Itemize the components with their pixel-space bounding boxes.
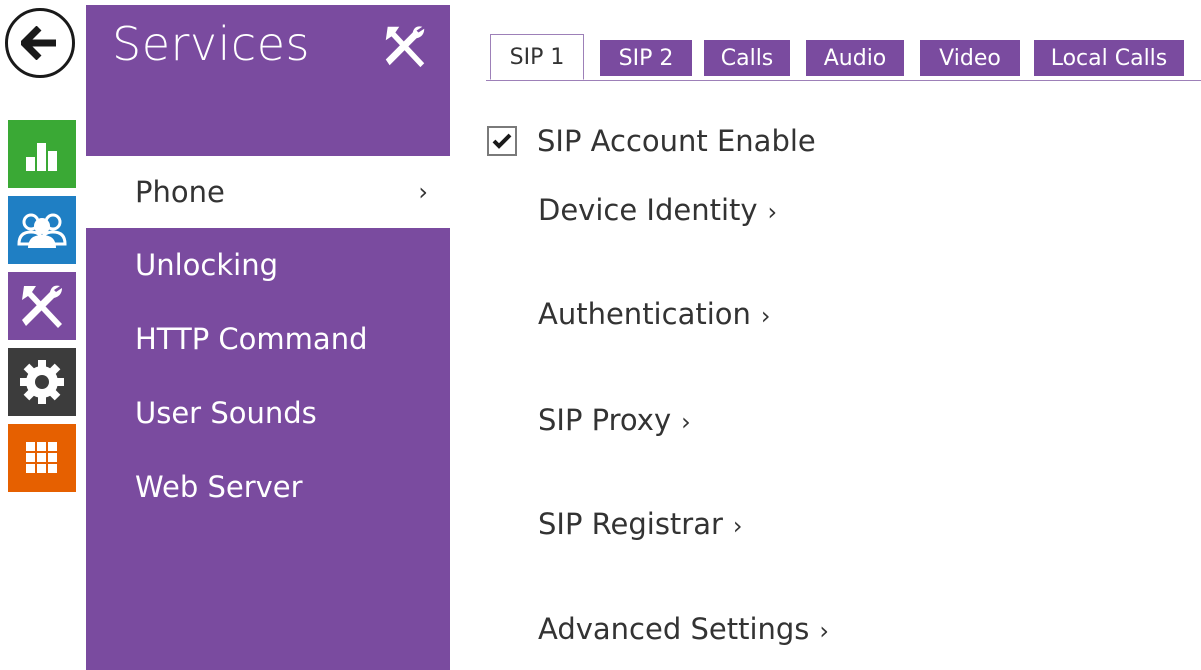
section-label: SIP Proxy	[538, 403, 672, 437]
directory-tile[interactable]	[8, 196, 76, 264]
tab-sip-2[interactable]: SIP 2	[600, 40, 692, 76]
arrow-left-icon	[21, 26, 56, 60]
grid-icon	[26, 442, 57, 473]
section-label: SIP Registrar	[538, 507, 723, 541]
section-sip-proxy[interactable]: SIP Proxy ›	[538, 403, 691, 437]
menu-item-label: Web Server	[135, 470, 303, 504]
chevron-right-icon: ›	[681, 408, 691, 436]
section-label: Advanced Settings	[538, 612, 810, 646]
tab-sip-1[interactable]: SIP 1	[490, 34, 584, 80]
tab-audio[interactable]: Audio	[806, 40, 904, 76]
chevron-right-icon: ›	[418, 178, 428, 206]
section-authentication[interactable]: Authentication ›	[538, 297, 771, 331]
section-advanced-settings[interactable]: Advanced Settings ›	[538, 612, 829, 646]
tab-bar: SIP 1 SIP 2 Calls Audio Video Local Call…	[486, 34, 1201, 81]
menu-item-phone[interactable]: Phone ›	[86, 156, 450, 228]
tools-icon	[22, 285, 62, 328]
chevron-right-icon: ›	[732, 512, 743, 540]
section-device-identity[interactable]: Device Identity ›	[538, 193, 777, 227]
menu-item-label: Phone	[135, 175, 225, 209]
checkmark-icon	[492, 133, 512, 149]
status-tile[interactable]	[8, 120, 76, 188]
chevron-right-icon: ›	[760, 302, 771, 330]
bar-chart-icon	[26, 143, 57, 171]
back-button[interactable]	[5, 8, 75, 78]
section-sip-registrar[interactable]: SIP Registrar ›	[538, 507, 743, 541]
menu-item-user-sounds[interactable]: User Sounds	[86, 376, 450, 450]
menu-item-web-server[interactable]: Web Server	[86, 450, 450, 524]
chevron-right-icon: ›	[819, 617, 830, 645]
sip-account-enable-checkbox[interactable]	[487, 126, 517, 156]
tab-calls[interactable]: Calls	[704, 40, 790, 76]
users-icon	[17, 213, 67, 248]
sip-account-enable-row: SIP Account Enable	[487, 124, 816, 158]
sip-account-enable-label: SIP Account Enable	[537, 124, 816, 158]
gear-icon	[20, 360, 64, 404]
services-tile[interactable]	[8, 272, 76, 340]
menu-item-label: HTTP Command	[135, 322, 368, 356]
section-label: Device Identity	[538, 193, 758, 227]
tab-local-calls[interactable]: Local Calls	[1034, 40, 1184, 76]
chevron-right-icon: ›	[767, 198, 778, 226]
services-menu: Phone › Unlocking HTTP Command User Soun…	[86, 156, 450, 524]
panel-title: Services	[112, 17, 310, 71]
settings-tile[interactable]	[8, 348, 76, 416]
system-tile[interactable]	[8, 424, 76, 492]
tab-video[interactable]: Video	[920, 40, 1020, 76]
menu-item-unlocking[interactable]: Unlocking	[86, 228, 450, 302]
menu-item-label: User Sounds	[135, 396, 317, 430]
menu-item-label: Unlocking	[135, 248, 278, 282]
tools-icon	[385, 26, 425, 68]
services-panel: Services Phone › Unlocking HTTP Command …	[86, 5, 450, 670]
section-label: Authentication	[538, 297, 751, 331]
menu-item-http-command[interactable]: HTTP Command	[86, 302, 450, 376]
